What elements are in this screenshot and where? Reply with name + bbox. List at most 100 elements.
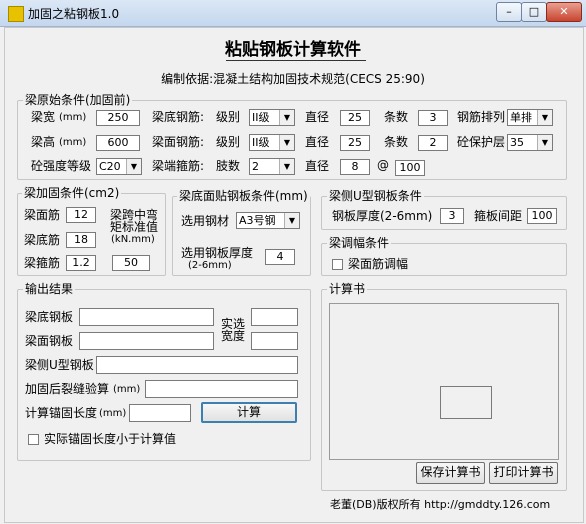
stirrup-diameter-input[interactable]: 8 — [340, 159, 370, 175]
top-count-input[interactable]: 2 — [418, 135, 448, 151]
crack-check-unit: (mm) — [113, 384, 141, 395]
chevron-down-icon: ▼ — [284, 213, 299, 228]
chevron-down-icon: ▼ — [537, 110, 552, 125]
reinforced-bottom-input[interactable]: 18 — [66, 232, 96, 248]
steel-type-select[interactable]: A3号钢 ▼ — [236, 212, 300, 229]
crack-check-label: 加固后裂缝验算 — [25, 382, 110, 396]
hoop-spacing-input[interactable]: 100 — [527, 208, 557, 224]
beam-width-input[interactable]: 250 — [96, 110, 140, 126]
output-side-plate-field[interactable] — [96, 356, 298, 374]
chevron-down-icon: ▼ — [537, 135, 552, 150]
copyright-text: 老董(DB)版权所有 http://gmddty.126.com — [330, 498, 551, 511]
side-thickness-label: 钢板厚度(2-6mm) — [332, 209, 433, 223]
anchor-length-label: 计算锚固长度 — [25, 406, 98, 420]
output-title: 输出结果 — [23, 282, 76, 296]
selected-width-label-2: 宽度 — [221, 329, 246, 343]
top-grade-value: II级 — [252, 136, 270, 149]
app-icon — [8, 6, 24, 22]
reinforced-top-input[interactable]: 12 — [66, 207, 96, 223]
chevron-down-icon: ▼ — [126, 159, 141, 174]
top-diameter-input[interactable]: 25 — [340, 135, 370, 151]
title-underline — [226, 60, 366, 61]
beam-height-unit: (mm) — [59, 137, 87, 148]
maximize-button[interactable]: □ — [521, 2, 547, 22]
save-calc-book-button[interactable]: 保存计算书 — [416, 462, 485, 484]
stirrup-spacing-input[interactable]: 100 — [395, 160, 425, 176]
bottom-grade-value: II级 — [252, 111, 270, 124]
reinforced-stirrup-label: 梁箍筋 — [24, 256, 61, 270]
top-grade-label: 级别 — [216, 135, 241, 149]
bottom-grade-label: 级别 — [216, 110, 241, 124]
rebar-arrangement-value: 单排 — [510, 111, 532, 124]
minimize-button[interactable]: – — [496, 2, 522, 22]
beam-height-input[interactable]: 600 — [96, 135, 140, 151]
concrete-grade-label: 砼强度等级 — [31, 159, 92, 173]
crack-check-field[interactable] — [145, 380, 298, 398]
top-count-label: 条数 — [384, 135, 409, 149]
stirrup-legs-select[interactable]: 2 ▼ — [249, 158, 295, 175]
bottom-diameter-input[interactable]: 25 — [340, 110, 370, 126]
moment-adjust-title: 梁调幅条件 — [327, 236, 392, 250]
side-plate-title: 梁侧U型钢板条件 — [327, 189, 424, 203]
top-grade-select[interactable]: II级 ▼ — [249, 134, 295, 151]
midspan-moment-input[interactable]: 50 — [112, 255, 150, 271]
top-rebar-label: 梁面钢筋: — [152, 135, 205, 149]
bottom-plate-title: 梁底面贴钢板条件(mm) — [177, 189, 310, 203]
beam-height-label: 梁高 — [31, 135, 56, 149]
chevron-down-icon: ▼ — [279, 110, 294, 125]
side-thickness-input[interactable]: 3 — [440, 208, 464, 224]
stirrup-legs-value: 2 — [252, 160, 259, 173]
anchor-short-checkbox[interactable] — [28, 434, 39, 445]
reinforced-bottom-label: 梁底筋 — [24, 233, 61, 247]
rebar-arrangement-select[interactable]: 单排 ▼ — [507, 109, 553, 126]
concrete-cover-label: 砼保护层 — [457, 135, 506, 149]
midspan-moment-label-2: 矩标准值 — [110, 220, 159, 234]
reinforced-top-label: 梁面筋 — [24, 208, 61, 222]
stirrup-label: 梁端箍筋: — [152, 159, 205, 173]
original-conditions-title: 梁原始条件(加固前) — [23, 93, 133, 107]
output-top-plate-field[interactable] — [79, 332, 214, 350]
top-rebar-adjust-label: 梁面筋调幅 — [348, 257, 409, 271]
stirrup-diameter-label: 直径 — [305, 159, 330, 173]
output-bottom-plate-field[interactable] — [79, 308, 214, 326]
anchor-short-label: 实际锚固长度小于计算值 — [44, 432, 177, 446]
bottom-rebar-label: 梁底钢筋: — [152, 110, 205, 124]
reinforced-stirrup-input[interactable]: 1.2 — [66, 255, 96, 271]
output-top-plate-label: 梁面钢板 — [25, 334, 74, 348]
steel-type-value: A3号钢 — [239, 214, 276, 227]
output-bottom-plate-label: 梁底钢板 — [25, 310, 74, 324]
bottom-grade-select[interactable]: II级 ▼ — [249, 109, 295, 126]
concrete-grade-select[interactable]: C20 ▼ — [96, 158, 142, 175]
calc-book-area[interactable] — [329, 303, 559, 460]
output-side-plate-label: 梁侧U型钢板 — [25, 358, 94, 372]
print-calc-book-button[interactable]: 打印计算书 — [489, 462, 558, 484]
top-rebar-adjust-checkbox[interactable] — [332, 259, 343, 270]
chevron-down-icon: ▼ — [279, 135, 294, 150]
close-button[interactable]: ✕ — [546, 2, 582, 22]
selected-width-field-1[interactable] — [251, 308, 298, 326]
midspan-moment-unit: (kN.mm) — [111, 234, 155, 245]
reinforced-conditions-title: 梁加固条件(cm2) — [22, 186, 122, 200]
calc-book-placeholder-box — [440, 386, 492, 419]
top-diameter-label: 直径 — [305, 135, 330, 149]
calculate-button[interactable]: 计算 — [201, 402, 297, 423]
chevron-down-icon: ▼ — [279, 159, 294, 174]
bottom-diameter-label: 直径 — [305, 110, 330, 124]
concrete-cover-value: 35 — [510, 136, 524, 149]
concrete-cover-select[interactable]: 35 ▼ — [507, 134, 553, 151]
concrete-grade-value: C20 — [99, 160, 121, 173]
stirrup-at-sign: @ — [377, 158, 389, 172]
bottom-count-label: 条数 — [384, 110, 409, 124]
selected-width-field-2[interactable] — [251, 332, 298, 350]
beam-width-unit: (mm) — [59, 112, 87, 123]
anchor-length-field[interactable] — [129, 404, 191, 422]
beam-width-label: 梁宽 — [31, 110, 56, 124]
anchor-length-unit: (mm) — [99, 408, 127, 419]
rebar-arrangement-label: 钢筋排列 — [457, 110, 506, 124]
plate-thickness-label: 选用钢板厚度 — [181, 246, 254, 260]
stirrup-legs-label: 肢数 — [216, 159, 241, 173]
steel-type-label: 选用钢材 — [181, 214, 230, 228]
plate-thickness-input[interactable]: 4 — [265, 249, 295, 265]
design-basis: 编制依据:混凝土结构加固技术规范(CECS 25:90) — [161, 72, 425, 86]
bottom-count-input[interactable]: 3 — [418, 110, 448, 126]
